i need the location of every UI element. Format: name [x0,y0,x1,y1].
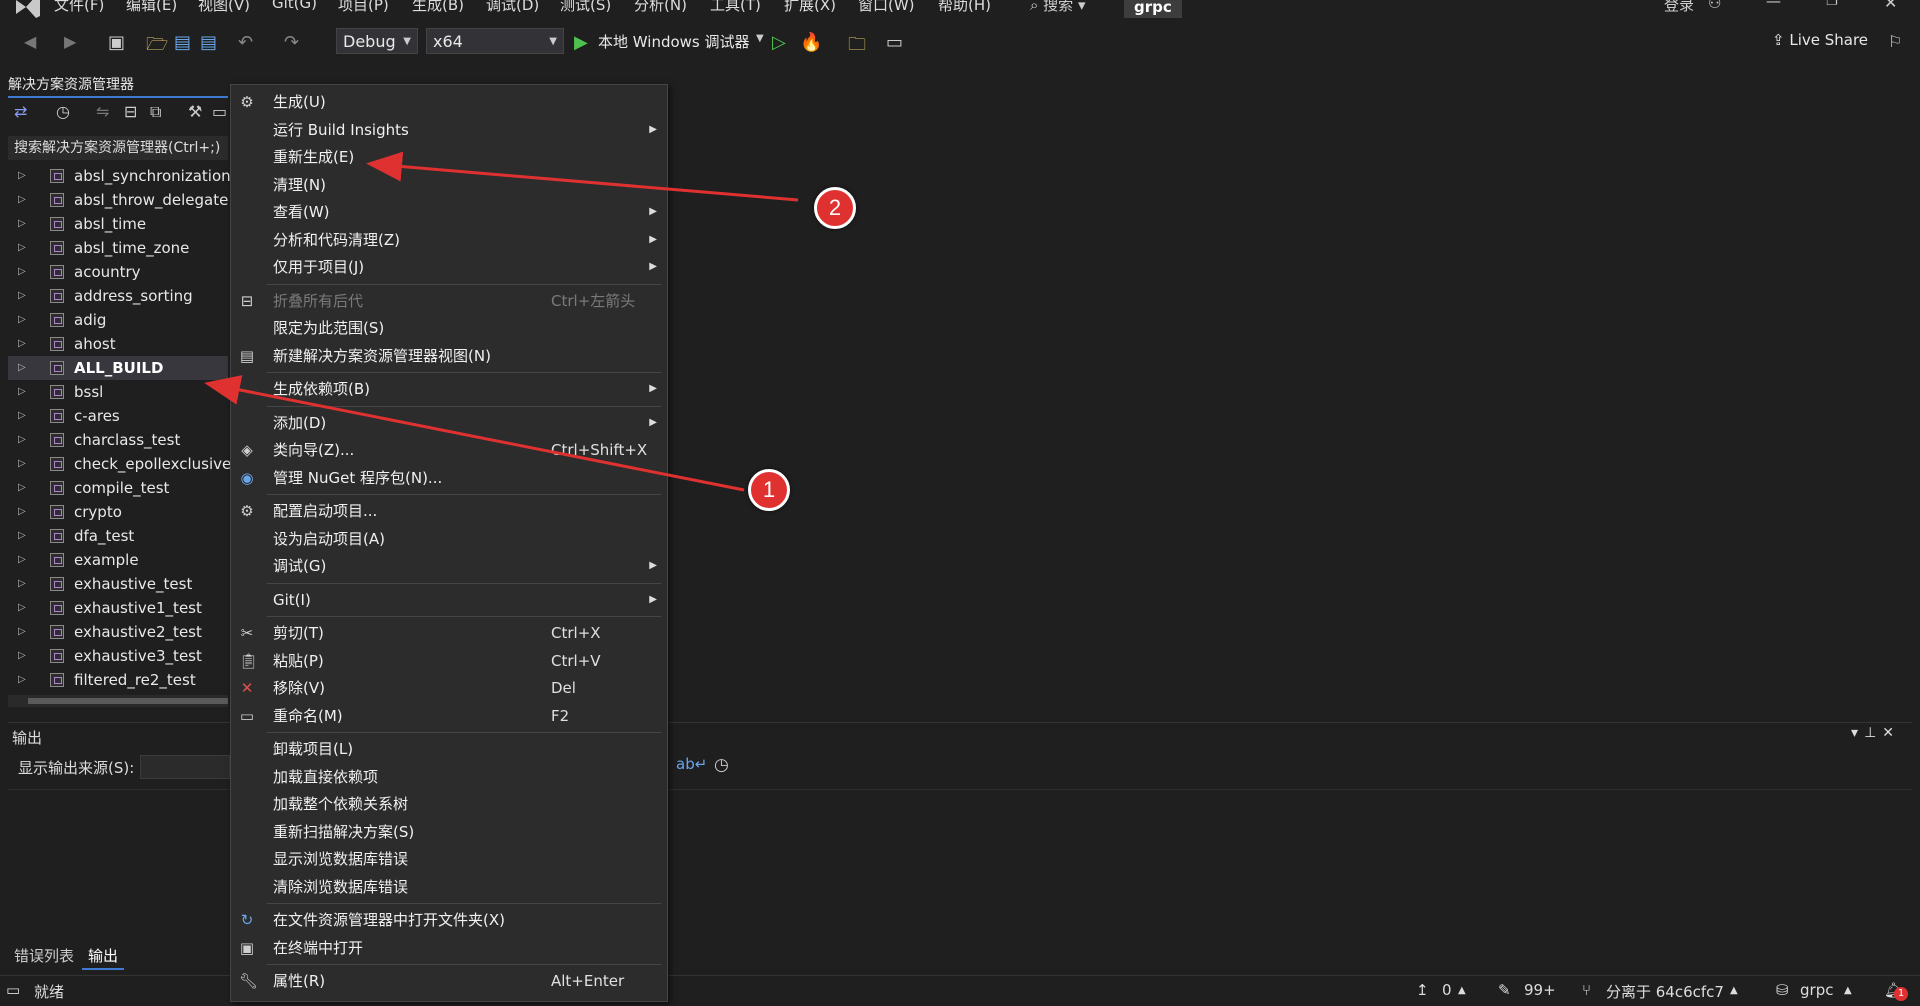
arrow-to-rebuild [366,151,799,202]
annotation-arrows [204,151,799,492]
callout-badge-2: 2 [814,187,856,229]
callout-badge-1: 1 [748,469,790,511]
arrow-to-all-build [204,375,745,492]
